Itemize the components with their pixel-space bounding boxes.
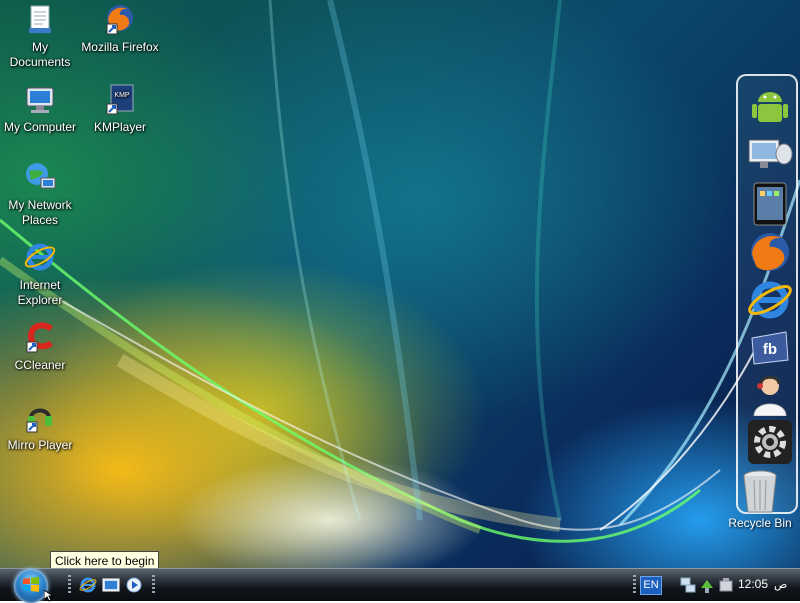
- quick-launch-media-player-icon[interactable]: [125, 576, 143, 594]
- ccleaner-shortcut-icon: [26, 322, 54, 353]
- desktop-icon-my-computer[interactable]: My Computer: [0, 82, 80, 135]
- desktop-icon-mirro-player[interactable]: Mirro Player: [0, 400, 80, 453]
- taskbar-grip[interactable]: [152, 575, 155, 595]
- system-clock[interactable]: 12:05: [738, 576, 768, 593]
- ipad-icon[interactable]: [746, 182, 794, 226]
- recycle-bin-icon: [743, 470, 777, 513]
- safely-remove-hardware-icon[interactable]: [699, 576, 715, 594]
- clock-am-pm: ص: [774, 578, 788, 591]
- desktop-icon-label: My Computer: [3, 120, 77, 134]
- mouse-cursor-icon: [44, 590, 54, 602]
- desktop-icon-ccleaner[interactable]: CCleaner: [0, 320, 80, 373]
- monitor-network-icon[interactable]: [746, 134, 794, 178]
- svg-text:fb: fb: [763, 341, 777, 358]
- internet-explorer-icon: [24, 243, 56, 271]
- firefox-shortcut-icon: [106, 5, 133, 35]
- volume-icon[interactable]: [718, 576, 734, 594]
- desktop-icon-kmplayer[interactable]: KMP KMPlayer: [80, 82, 160, 135]
- start-button[interactable]: [14, 569, 48, 603]
- desktop-icon-label: My Network Places: [8, 198, 72, 227]
- support-agent-icon[interactable]: [746, 372, 794, 416]
- internet-explorer-icon[interactable]: [746, 278, 794, 322]
- desktop-icon-label: CCleaner: [14, 358, 66, 372]
- quick-launch-grip[interactable]: [68, 575, 71, 595]
- quick-launch-show-desktop-icon[interactable]: [102, 576, 120, 594]
- firefox-icon[interactable]: [746, 230, 794, 274]
- kmplayer-shortcut-icon: KMP: [106, 84, 134, 115]
- desktop-icon-internet-explorer[interactable]: Internet Explorer: [0, 240, 80, 308]
- recycle-bin-label: Recycle Bin: [728, 516, 792, 530]
- desktop-icon-my-network-places[interactable]: My Network Places: [0, 160, 80, 228]
- quick-launch-internet-explorer-icon[interactable]: [79, 576, 97, 594]
- desktop-icon-label: KMPlayer: [93, 120, 146, 134]
- desktop-icon-label: Internet Explorer: [17, 278, 63, 307]
- desktop-icon-label: Mirro Player: [7, 438, 73, 452]
- svg-text:KMP: KMP: [114, 92, 130, 99]
- desktop-icon-mozilla-firefox[interactable]: Mozilla Firefox: [80, 2, 160, 55]
- documents-icon: [29, 5, 51, 33]
- desktop-icon-my-documents[interactable]: My Documents: [0, 2, 80, 70]
- facebook-icon[interactable]: fb: [746, 326, 794, 370]
- settings-gear-icon[interactable]: [746, 420, 794, 464]
- language-indicator[interactable]: EN: [640, 576, 662, 595]
- computer-icon: [26, 87, 54, 113]
- desktop-icon-label: Mozilla Firefox: [81, 40, 159, 54]
- android-icon[interactable]: [746, 84, 794, 128]
- network-icon[interactable]: [680, 576, 696, 594]
- tray-grip[interactable]: [633, 575, 636, 595]
- recycle-bin[interactable]: Recycle Bin: [724, 468, 796, 530]
- mirro-player-shortcut-icon: [26, 408, 52, 433]
- network-places-icon: [26, 163, 56, 189]
- windows-start-orb-icon: [23, 577, 39, 592]
- desktop-icon-label: My Documents: [9, 40, 71, 69]
